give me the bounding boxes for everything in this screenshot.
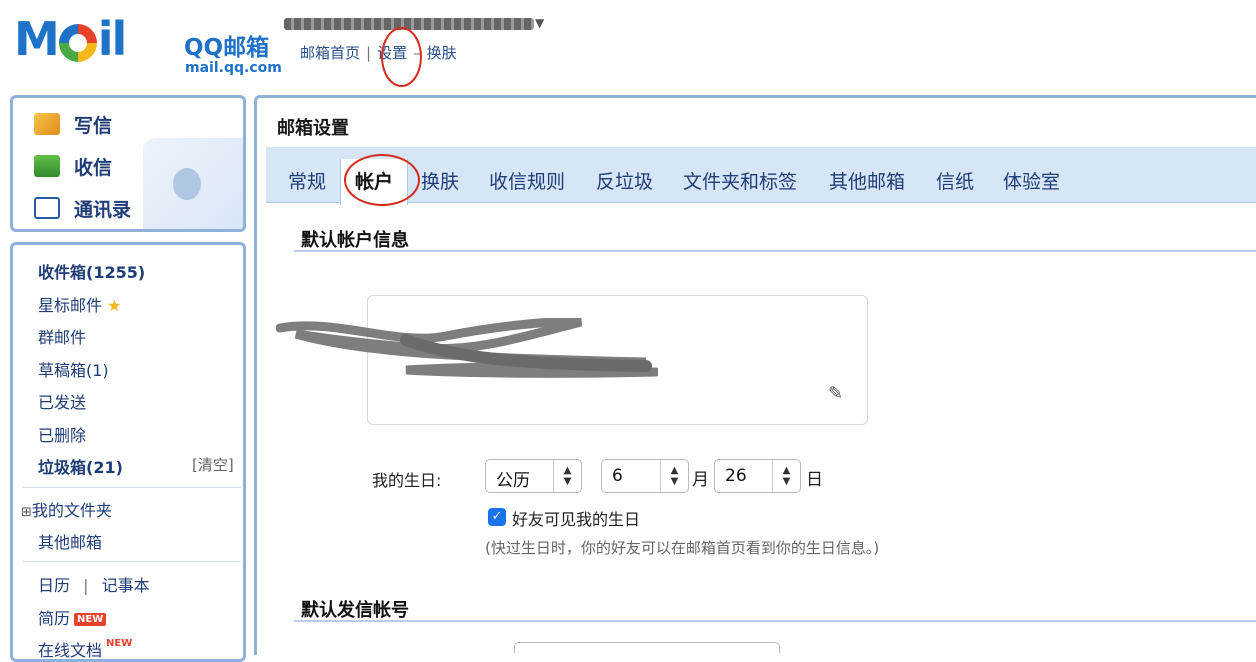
- my-folders[interactable]: ⊞我的文件夹: [21, 497, 112, 521]
- logo-o-ring-icon: [58, 23, 97, 62]
- receive-label: 收信: [74, 156, 113, 179]
- birthday-month-value: 6: [612, 466, 623, 486]
- calendar-type-value: 公历: [496, 471, 530, 491]
- resume-label: 简历: [38, 609, 71, 628]
- annotation-circle-settings: [381, 27, 422, 87]
- link-mailbox-home[interactable]: 邮箱首页: [300, 42, 360, 63]
- compose-icon: [34, 113, 60, 135]
- edit-pencil-icon[interactable]: ✎: [828, 383, 843, 404]
- section-title-default-sender: 默认发信帐号: [301, 600, 409, 621]
- logo-domain: mail.qq.com: [185, 60, 282, 76]
- section-divider: [294, 250, 1256, 252]
- birthday-month-select[interactable]: 6 ▲ ▼: [601, 459, 689, 493]
- compose-button[interactable]: 写信: [34, 110, 112, 138]
- compose-label: 写信: [74, 114, 113, 137]
- online-docs-link[interactable]: 在线文档 NEW: [38, 637, 132, 661]
- page-title: 邮箱设置: [277, 118, 349, 139]
- logo-mail-word: Mil: [14, 12, 127, 66]
- tab-skin[interactable]: 换肤: [421, 167, 459, 194]
- contacts-card-icon: [34, 197, 60, 219]
- select-stepper-icon: ▲ ▼: [553, 460, 581, 492]
- calendar-link[interactable]: 日历: [38, 576, 70, 595]
- birthday-label: 我的生日:: [372, 471, 442, 490]
- other-mailbox[interactable]: 其他邮箱: [38, 529, 102, 553]
- folder-starred-label: 星标邮件: [38, 296, 103, 315]
- section-divider: [294, 620, 1256, 622]
- online-docs-label: 在线文档: [38, 641, 103, 660]
- separator: |: [83, 576, 89, 595]
- birthday-day-select[interactable]: 26 ▲ ▼: [714, 459, 801, 493]
- folder-inbox[interactable]: 收件箱(1255): [38, 259, 145, 283]
- folder-drafts[interactable]: 草稿箱(1): [38, 357, 109, 381]
- resume-link[interactable]: 简历 NEW: [38, 605, 107, 629]
- sender-account-select[interactable]: [514, 642, 780, 653]
- birthday-hint: (快过生日时，你的好友可以在邮箱首页看到你的生日信息。): [485, 539, 880, 557]
- header: Mil QQ邮箱 mail.qq.com ▼ 邮箱首页 | 设置 – 换肤: [0, 0, 1256, 88]
- tab-receive-rules[interactable]: 收信规则: [489, 167, 565, 194]
- folder-deleted[interactable]: 已删除: [38, 422, 86, 446]
- contacts-button[interactable]: 通讯录: [34, 194, 131, 222]
- redacted-profile-info: [276, 318, 658, 378]
- folder-panel: 收件箱(1255) 星标邮件 ★ 群邮件 草稿箱(1) 已发送 已删除 垃圾箱(…: [10, 242, 246, 662]
- divider: [23, 561, 241, 562]
- tab-anti-spam[interactable]: 反垃圾: [596, 167, 653, 194]
- folder-spam[interactable]: 垃圾箱(21): [38, 454, 123, 478]
- inbox-download-icon: [34, 155, 60, 177]
- logo-brand-name: QQ邮箱: [184, 35, 270, 61]
- account-dropdown-icon[interactable]: ▼: [535, 16, 544, 30]
- tab-lab[interactable]: 体验室: [1003, 167, 1060, 194]
- select-stepper-icon: ▲ ▼: [772, 460, 800, 492]
- new-badge: NEW: [106, 638, 133, 649]
- calendar-notebook: 日历 | 记事本: [38, 572, 150, 596]
- birthday-day-value: 26: [725, 466, 747, 486]
- tab-folders-labels[interactable]: 文件夹和标签: [683, 167, 797, 194]
- qq-penguin-decoration-icon: [143, 138, 243, 229]
- clear-spam-link[interactable]: [清空]: [192, 454, 234, 475]
- month-unit: 月: [692, 470, 709, 490]
- tab-other-mailbox[interactable]: 其他邮箱: [829, 167, 905, 194]
- notebook-link[interactable]: 记事本: [102, 576, 150, 595]
- folder-group[interactable]: 群邮件: [38, 324, 86, 348]
- tab-stationery[interactable]: 信纸: [936, 167, 974, 194]
- top-links: 邮箱首页 | 设置 – 换肤: [300, 42, 457, 63]
- birthday-visible-checkbox[interactable]: ✓: [488, 508, 506, 526]
- annotation-circle-account-tab: [344, 154, 420, 206]
- link-skin[interactable]: 换肤: [427, 42, 457, 63]
- receive-button[interactable]: 收信: [34, 152, 112, 180]
- select-stepper-icon: ▲ ▼: [660, 460, 688, 492]
- calendar-type-select[interactable]: 公历 ▲ ▼: [485, 459, 582, 493]
- birthday-visible-label[interactable]: 好友可见我的生日: [512, 506, 640, 530]
- folder-sent[interactable]: 已发送: [38, 389, 86, 413]
- expand-toggle-icon[interactable]: ⊞: [21, 505, 32, 520]
- separator: |: [366, 44, 372, 62]
- section-title-default-account: 默认帐户信息: [301, 230, 409, 251]
- new-badge: NEW: [74, 613, 107, 626]
- tab-general[interactable]: 常规: [288, 167, 326, 194]
- day-unit: 日: [806, 470, 823, 490]
- contacts-label: 通讯录: [74, 198, 132, 221]
- divider: [23, 487, 241, 488]
- folder-starred[interactable]: 星标邮件 ★: [38, 292, 121, 316]
- my-folders-label: 我的文件夹: [31, 501, 112, 520]
- star-icon: ★: [107, 296, 122, 315]
